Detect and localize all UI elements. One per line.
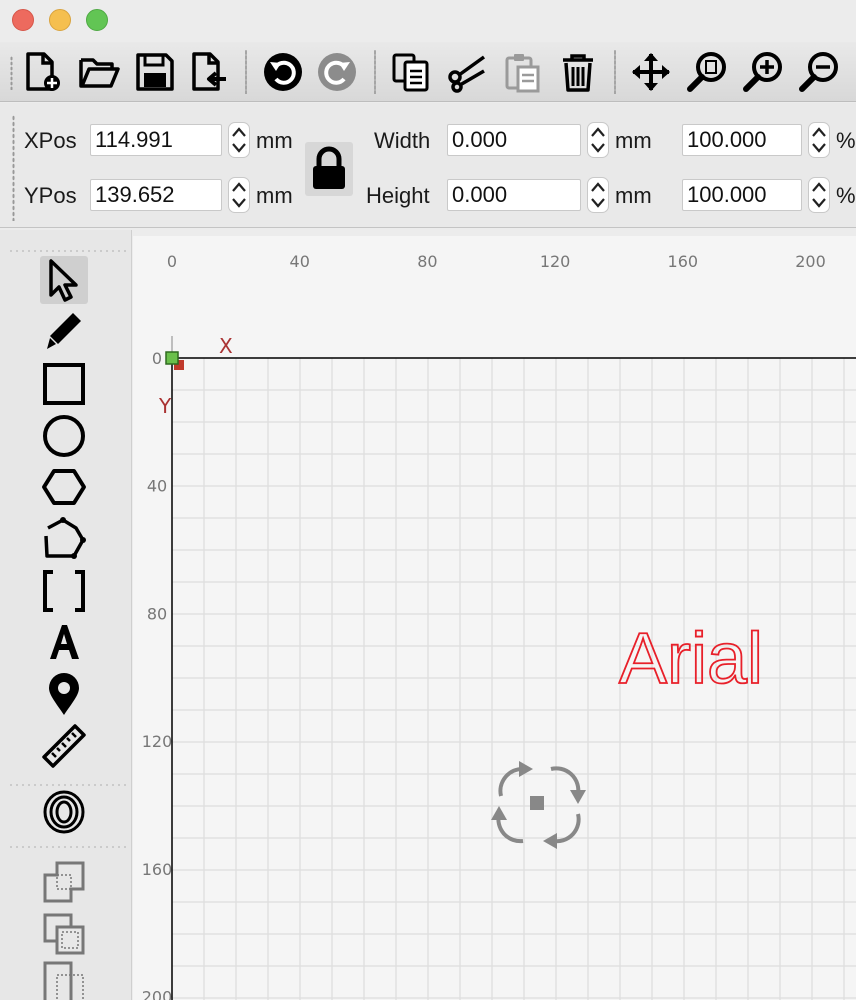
- undo-icon[interactable]: [260, 48, 306, 96]
- ruler-top-label: 80: [417, 252, 437, 271]
- select-icon[interactable]: [40, 256, 88, 304]
- toolbar-separator: [614, 50, 616, 94]
- ypos-label: YPos: [24, 183, 77, 208]
- ruler-top-label: 120: [540, 252, 571, 271]
- zoom-fit-icon[interactable]: [684, 48, 730, 96]
- toolbox-grip[interactable]: [8, 250, 128, 252]
- scale-y-stepper[interactable]: [808, 177, 830, 213]
- cut-icon[interactable]: [444, 48, 490, 96]
- boolean-intersect-icon[interactable]: [40, 958, 88, 1000]
- arial-text-object[interactable]: Arial: [618, 618, 764, 700]
- redo-icon[interactable]: [314, 48, 360, 96]
- ruler-left-label: 120: [142, 732, 173, 751]
- ellipse-icon[interactable]: [40, 412, 88, 460]
- main-toolbar: [0, 42, 856, 102]
- height-input[interactable]: 0.000: [447, 179, 581, 211]
- pencil-icon[interactable]: [40, 308, 88, 356]
- scale-x-unit: %: [836, 128, 856, 153]
- toolbar-grip[interactable]: [10, 56, 13, 90]
- lock-icon: [313, 146, 345, 189]
- ypos-stepper[interactable]: [228, 177, 250, 213]
- polygon-icon[interactable]: [40, 463, 88, 511]
- ruler-left-label: 200: [142, 988, 173, 1000]
- toolbar-separator: [374, 50, 376, 94]
- scale-x-input[interactable]: 100.000: [682, 124, 802, 156]
- height-stepper[interactable]: [587, 177, 609, 213]
- minimize-window-button[interactable]: [49, 9, 71, 31]
- import-icon[interactable]: [186, 48, 232, 96]
- delete-icon[interactable]: [555, 48, 601, 96]
- ruler-left-label: 40: [147, 477, 167, 496]
- zoom-out-icon[interactable]: [796, 48, 842, 96]
- zoom-in-icon[interactable]: [740, 48, 786, 96]
- paste-icon[interactable]: [500, 48, 546, 96]
- origin-marker-green[interactable]: [165, 351, 179, 365]
- toolbox-separator: [8, 784, 128, 786]
- scale-x-stepper[interactable]: [808, 122, 830, 158]
- copy-icon[interactable]: [388, 48, 434, 96]
- rectangle-icon[interactable]: [40, 360, 88, 408]
- ypos-unit: mm: [256, 183, 293, 208]
- ruler-top-label: 0: [167, 252, 177, 271]
- ruler-top-label: 40: [290, 252, 310, 271]
- xpos-unit: mm: [256, 128, 293, 153]
- width-stepper[interactable]: [587, 122, 609, 158]
- xpos-stepper[interactable]: [228, 122, 250, 158]
- properties-bar-grip[interactable]: [12, 115, 15, 221]
- toolbar-separator: [245, 50, 247, 94]
- new-document-icon[interactable]: [20, 48, 66, 96]
- ruler-left-label: 160: [142, 860, 173, 879]
- ruler-left-label: 0: [152, 349, 162, 368]
- app-window: XPos 114.991 mm YPos 139.652 mm Width 0.…: [0, 0, 856, 1000]
- ruler-top-label: 160: [668, 252, 699, 271]
- ypos-input[interactable]: 139.652: [90, 179, 222, 211]
- title-bar: [0, 0, 856, 42]
- maximize-window-button[interactable]: [86, 9, 108, 31]
- height-unit: mm: [615, 183, 652, 208]
- axis-x-label: X: [219, 334, 233, 358]
- offset-icon[interactable]: [40, 788, 88, 836]
- text-icon[interactable]: [40, 618, 88, 666]
- width-input[interactable]: 0.000: [447, 124, 581, 156]
- move-icon[interactable]: [628, 48, 674, 96]
- ruler-left-label: 80: [147, 604, 167, 623]
- ruler-top-label: 200: [795, 252, 826, 271]
- width-label: Width: [374, 128, 431, 153]
- axis-y-label: Y: [158, 394, 172, 418]
- position-marker-icon[interactable]: [40, 670, 88, 718]
- open-folder-icon[interactable]: [76, 48, 122, 96]
- close-window-button[interactable]: [12, 9, 34, 31]
- lock-aspect-button[interactable]: [305, 142, 353, 196]
- scale-y-unit: %: [836, 183, 856, 208]
- ruler-left: 0 40 80 120 160 200: [142, 349, 173, 1000]
- polyline-icon[interactable]: [40, 515, 88, 563]
- xpos-label: XPos: [24, 128, 77, 153]
- height-label: Height: [366, 183, 430, 208]
- drawing-canvas[interactable]: 0 40 80 120 160 200 0 40 80 120 160 200 X Y Arial: [133, 236, 856, 1000]
- frame-icon[interactable]: [40, 567, 88, 615]
- tool-palette: [0, 230, 132, 1000]
- canvas-svg[interactable]: 0 40 80 120 160 200 0 40 80 120 160 200 X Y Arial: [133, 236, 856, 1000]
- toolbox-separator: [8, 846, 128, 848]
- width-unit: mm: [615, 128, 652, 153]
- boolean-union-icon[interactable]: [40, 858, 88, 906]
- save-icon[interactable]: [132, 48, 178, 96]
- xpos-input[interactable]: 114.991: [90, 124, 222, 156]
- scale-y-input[interactable]: 100.000: [682, 179, 802, 211]
- boolean-subtract-icon[interactable]: [40, 910, 88, 958]
- ruler-top: 0 40 80 120 160 200: [167, 252, 826, 271]
- measure-icon[interactable]: [40, 722, 88, 770]
